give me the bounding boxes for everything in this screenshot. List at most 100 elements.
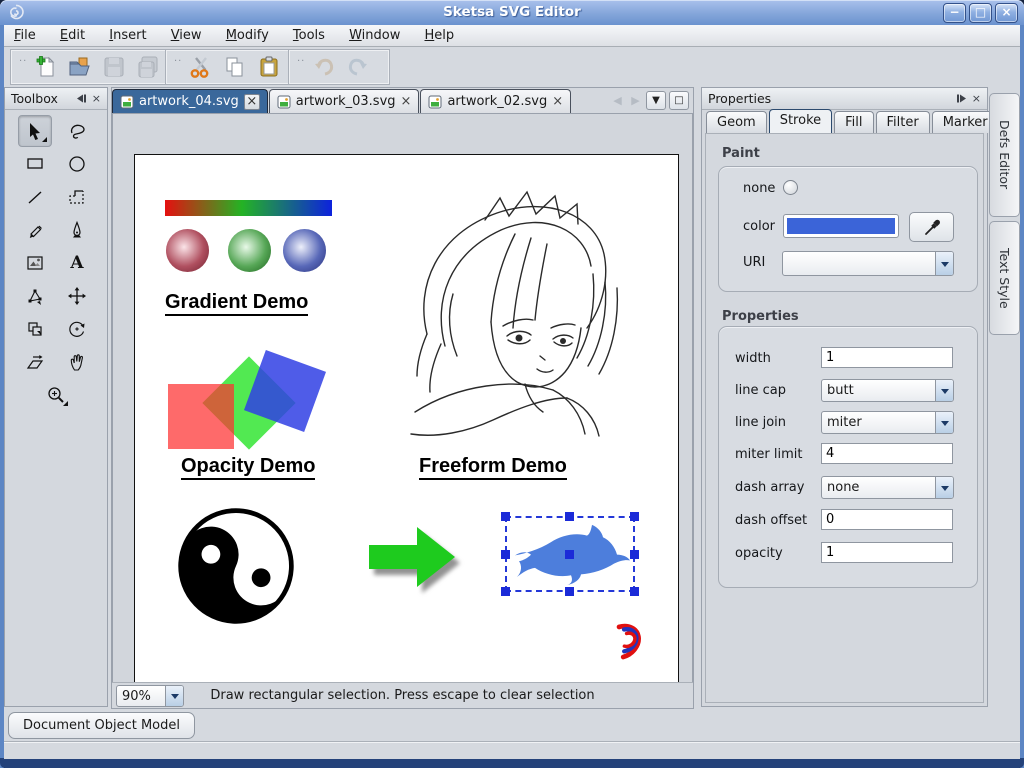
- menu-help[interactable]: Help: [415, 25, 465, 46]
- selection-handle-ne[interactable]: [630, 512, 639, 521]
- stroke-color-swatch[interactable]: [783, 214, 899, 238]
- tool-pencil[interactable]: [19, 215, 51, 245]
- toolbar-handle[interactable]: ··: [174, 56, 182, 67]
- toolbox-collapse-icon[interactable]: [76, 94, 87, 103]
- canvas-scroll-area[interactable]: Gradient Demo Opacity Demo: [112, 113, 693, 683]
- line-cap-dropdown-arrow-icon[interactable]: [935, 380, 953, 401]
- properties-float-icon[interactable]: [956, 94, 967, 103]
- tool-shear[interactable]: [19, 347, 51, 377]
- selection-handle-se[interactable]: [630, 587, 639, 596]
- undo-button[interactable]: [309, 53, 339, 81]
- gradient-demo-label[interactable]: Gradient Demo: [165, 291, 308, 316]
- toolbox-close-icon[interactable]: ×: [92, 93, 101, 104]
- tab-filter[interactable]: Filter: [876, 111, 930, 133]
- properties-close-icon[interactable]: ×: [972, 93, 981, 104]
- tab-scroll-right-icon[interactable]: ▶: [628, 94, 643, 107]
- green-sphere-object[interactable]: [228, 229, 271, 272]
- save-button[interactable]: [99, 53, 129, 81]
- selection-overlay[interactable]: [501, 512, 639, 596]
- tool-clone[interactable]: [19, 314, 51, 344]
- tool-zoom[interactable]: [40, 380, 72, 410]
- tool-lasso[interactable]: [62, 116, 94, 146]
- tab-geom[interactable]: Geom: [706, 111, 767, 133]
- dash-offset-input[interactable]: [821, 509, 953, 530]
- opacity-demo-label[interactable]: Opacity Demo: [181, 455, 315, 480]
- selection-handle-sw[interactable]: [501, 587, 510, 596]
- menu-insert[interactable]: Insert: [99, 25, 156, 46]
- toolbar-handle[interactable]: ··: [297, 56, 305, 67]
- paint-none-radio[interactable]: [783, 180, 798, 195]
- tab-scroll-left-icon[interactable]: ◀: [610, 94, 625, 107]
- width-input[interactable]: [821, 347, 953, 368]
- maximize-button[interactable]: □: [969, 3, 992, 23]
- tool-line[interactable]: [19, 182, 51, 212]
- selection-handle-e[interactable]: [630, 550, 639, 559]
- line-join-dropdown-arrow-icon[interactable]: [935, 412, 953, 433]
- tool-pen[interactable]: [61, 215, 93, 245]
- spiral-logo-object[interactable]: [608, 620, 650, 662]
- red-sphere-object[interactable]: [166, 229, 209, 272]
- tab-list-dropdown-icon[interactable]: ▼: [646, 91, 666, 110]
- selection-handle-center[interactable]: [565, 550, 574, 559]
- new-document-button[interactable]: [31, 53, 61, 81]
- document-object-model-button[interactable]: Document Object Model: [8, 712, 195, 739]
- tab-maximize-icon[interactable]: □: [669, 91, 689, 110]
- line-cap-combobox[interactable]: butt: [821, 379, 954, 402]
- minimize-button[interactable]: −: [943, 3, 966, 23]
- tab-artwork-02[interactable]: artwork_02.svg ×: [420, 89, 571, 113]
- dash-array-dropdown-arrow-icon[interactable]: [935, 477, 953, 498]
- miter-limit-input[interactable]: [821, 443, 953, 464]
- close-button[interactable]: ×: [995, 3, 1018, 23]
- tool-rotate[interactable]: [61, 314, 93, 344]
- menu-tools[interactable]: Tools: [283, 25, 335, 46]
- gradient-bar-object[interactable]: [165, 200, 332, 216]
- tool-select[interactable]: [18, 115, 52, 147]
- line-join-combobox[interactable]: miter: [821, 411, 954, 434]
- uri-dropdown-arrow-icon[interactable]: [935, 252, 953, 275]
- blue-sphere-object[interactable]: [283, 229, 326, 272]
- toolbar-handle[interactable]: ··: [19, 56, 27, 67]
- tool-move[interactable]: [61, 281, 93, 311]
- color-picker-button[interactable]: [909, 212, 954, 242]
- menu-file[interactable]: File: [4, 25, 46, 46]
- redo-button[interactable]: [343, 53, 373, 81]
- defs-editor-tab[interactable]: Defs Editor: [989, 93, 1020, 217]
- menu-view[interactable]: View: [161, 25, 212, 46]
- tool-pan[interactable]: [61, 347, 93, 377]
- freeform-portrait-object[interactable]: [397, 186, 647, 444]
- copy-button[interactable]: [220, 53, 250, 81]
- selection-handle-nw[interactable]: [501, 512, 510, 521]
- tool-node-edit[interactable]: [19, 281, 51, 311]
- tool-polygon[interactable]: [61, 182, 93, 212]
- tool-text[interactable]: A: [61, 248, 93, 278]
- opacity-input[interactable]: [821, 542, 953, 563]
- tab-close-icon[interactable]: ×: [244, 94, 260, 110]
- menu-modify[interactable]: Modify: [216, 25, 279, 46]
- red-square-object[interactable]: [168, 384, 234, 449]
- tool-ellipse[interactable]: [61, 149, 93, 179]
- tab-artwork-03[interactable]: artwork_03.svg ×: [269, 89, 420, 113]
- open-folder-button[interactable]: [65, 53, 95, 81]
- selection-handle-s[interactable]: [565, 587, 574, 596]
- cut-button[interactable]: [186, 53, 216, 81]
- tool-rectangle[interactable]: [19, 149, 51, 179]
- text-style-tab[interactable]: Text Style: [989, 221, 1020, 335]
- tab-artwork-04[interactable]: artwork_04.svg ×: [112, 89, 268, 113]
- freeform-demo-label[interactable]: Freeform Demo: [419, 455, 567, 480]
- yin-yang-object[interactable]: [175, 505, 297, 627]
- tab-stroke[interactable]: Stroke: [769, 109, 832, 133]
- paint-uri-combobox[interactable]: [782, 251, 954, 276]
- svg-canvas[interactable]: Gradient Demo Opacity Demo: [134, 154, 679, 697]
- tab-close-icon[interactable]: ×: [552, 95, 563, 108]
- tab-fill[interactable]: Fill: [834, 111, 873, 133]
- menu-window[interactable]: Window: [339, 25, 410, 46]
- tab-close-icon[interactable]: ×: [401, 95, 412, 108]
- menu-edit[interactable]: Edit: [50, 25, 95, 46]
- save-all-button[interactable]: [133, 53, 163, 81]
- tool-image[interactable]: [19, 248, 51, 278]
- titlebar[interactable]: Sketsa SVG Editor − □ ×: [0, 0, 1024, 25]
- paste-button[interactable]: [254, 53, 284, 81]
- selection-handle-w[interactable]: [501, 550, 510, 559]
- dash-array-combobox[interactable]: none: [821, 476, 954, 499]
- green-arrow-object[interactable]: [369, 525, 457, 589]
